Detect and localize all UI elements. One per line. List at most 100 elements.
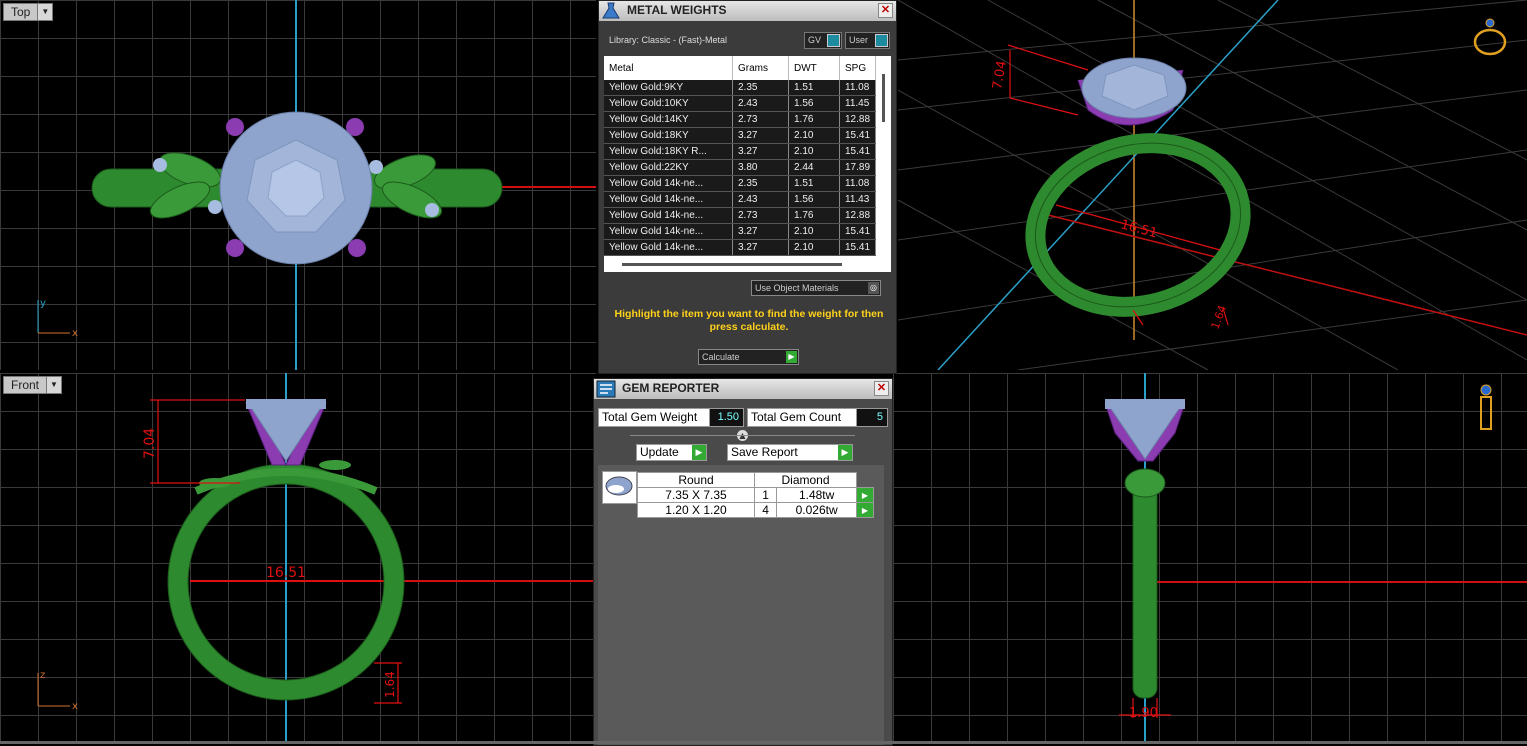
metal-cell: 3.27 [732, 223, 789, 240]
viewport-label-front[interactable]: Front ▼ [3, 376, 63, 394]
gv-toggle[interactable]: GV [804, 32, 842, 49]
viewport-top[interactable]: y x Top ▼ [0, 0, 596, 370]
close-icon[interactable]: ✕ [878, 3, 893, 18]
svg-text:x: x [72, 701, 78, 712]
metal-row[interactable]: Yellow Gold:10KY 2.43 1.56 11.45 [604, 95, 877, 112]
metal-cell: 12.88 [839, 207, 877, 224]
front-view-canvas: 7.04 16.51 1.64 z x [37, 373, 596, 744]
close-icon[interactable]: ✕ [874, 381, 889, 396]
metal-cell: Yellow Gold 14k-ne... [604, 207, 733, 224]
metal-weights-titlebar[interactable]: METAL WEIGHTS ✕ [599, 1, 896, 21]
metal-weights-panel: METAL WEIGHTS ✕ Library: Classic - (Fast… [598, 0, 897, 374]
metal-cell: 2.10 [788, 239, 840, 256]
update-button[interactable]: Update ▶ [636, 444, 707, 461]
top-view-canvas: y x [37, 0, 596, 370]
gem-row-play-icon[interactable]: ▶ [856, 487, 874, 503]
viewport-menu-icon[interactable]: ▼ [37, 4, 53, 20]
user-toggle[interactable]: User [845, 32, 890, 49]
metal-cell: 3.27 [732, 143, 789, 160]
metal-row[interactable]: Yellow Gold 14k-ne... 3.27 2.10 15.41 [604, 239, 877, 256]
metal-cell: 11.08 [839, 175, 877, 192]
metal-cell: 2.44 [788, 159, 840, 176]
metal-cell: 2.35 [732, 175, 789, 192]
metal-cell: 11.45 [839, 95, 877, 112]
viewport-menu-icon[interactable]: ▼ [46, 377, 62, 393]
metal-cell: Yellow Gold:22KY [604, 159, 733, 176]
svg-text:x: x [72, 328, 78, 339]
gem-size: 1.20 X 1.20 [637, 502, 755, 518]
persp-height-dim: 7.04 [990, 60, 1010, 91]
metal-cell: 2.43 [732, 95, 789, 112]
horizontal-scrollbar[interactable] [622, 263, 842, 266]
calculate-button[interactable]: Calculate ▶ [698, 349, 799, 365]
vertical-scrollbar[interactable] [882, 74, 885, 122]
metal-row[interactable]: Yellow Gold:14KY 2.73 1.76 12.88 [604, 111, 877, 128]
metal-cell: 2.43 [732, 191, 789, 208]
gem-table[interactable]: Round Diamond 7.35 X 7.35 1 1.48tw ▶ 1.20 X … [637, 472, 874, 518]
viewport-front[interactable]: 7.04 16.51 1.64 z x Front ▼ [0, 373, 596, 744]
viewport-label-top[interactable]: Top ▼ [3, 3, 54, 21]
metal-cell: 2.10 [788, 127, 840, 144]
metal-cell: Yellow Gold:18KY R... [604, 143, 733, 160]
gem-reporter-titlebar[interactable]: GEM REPORTER ✕ [594, 379, 892, 399]
metal-cell: 1.56 [788, 191, 840, 208]
metal-cell: Yellow Gold:14KY [604, 111, 733, 128]
total-gem-weight-value: 1.50 [709, 408, 744, 427]
metal-row[interactable]: Yellow Gold:22KY 3.80 2.44 17.89 [604, 159, 877, 176]
gem-row[interactable]: 7.35 X 7.35 1 1.48tw ▶ [637, 487, 874, 503]
col-grams[interactable]: Grams [732, 56, 789, 80]
total-gem-count-value: 5 [856, 408, 888, 427]
gem-weight: 1.48tw [776, 487, 857, 503]
metal-cell: 1.56 [788, 95, 840, 112]
col-dwt[interactable]: DWT [788, 56, 840, 80]
metal-cell: 15.41 [839, 143, 877, 160]
metal-cell: 15.41 [839, 223, 877, 240]
save-report-button[interactable]: Save Report ▶ [727, 444, 853, 461]
total-gem-count-label: Total Gem Count [747, 408, 858, 427]
perspective-canvas: 7.04 16.51 1.64 [898, 0, 1527, 370]
gem-shape-header: Round [637, 472, 755, 488]
gem-qty: 4 [753, 502, 778, 518]
metal-row[interactable]: Yellow Gold 14k-ne... 2.43 1.56 11.43 [604, 191, 877, 208]
metal-cell: 12.88 [839, 111, 877, 128]
metal-cell: Yellow Gold 14k-ne... [604, 191, 733, 208]
metal-table[interactable]: Metal Grams DWT SPG Yellow Gold:9KY 2.35 1… [604, 56, 891, 272]
svg-text:z: z [40, 670, 45, 681]
use-object-materials-toggle[interactable]: Use Object Materials ◎ [751, 280, 881, 296]
total-gem-weight-label: Total Gem Weight [598, 408, 711, 427]
gem-size: 7.35 X 7.35 [637, 487, 755, 503]
metal-cell: 15.41 [839, 239, 877, 256]
metal-cell: 11.08 [839, 80, 877, 96]
ring-nav-icon[interactable] [1473, 18, 1507, 56]
svg-text:y: y [40, 298, 46, 309]
metal-cell: 3.27 [732, 127, 789, 144]
metal-row[interactable]: Yellow Gold 14k-ne... 3.27 2.10 15.41 [604, 223, 877, 240]
gem-row[interactable]: 1.20 X 1.20 4 0.026tw ▶ [637, 502, 874, 518]
gem-row-play-icon[interactable]: ▶ [856, 502, 874, 518]
metal-row[interactable]: Yellow Gold:18KY R... 3.27 2.10 15.41 [604, 143, 877, 160]
metal-cell: 2.10 [788, 223, 840, 240]
col-metal[interactable]: Metal [604, 56, 733, 80]
metal-row[interactable]: Yellow Gold 14k-ne... 2.73 1.76 12.88 [604, 207, 877, 224]
metal-cell: 2.73 [732, 111, 789, 128]
front-thickness-dim: 1.64 [383, 671, 397, 698]
metal-row[interactable]: Yellow Gold 14k-ne... 2.35 1.51 11.08 [604, 175, 877, 192]
front-height-dim: 7.04 [142, 428, 158, 459]
metal-cell: 17.89 [839, 159, 877, 176]
metal-cell: 2.10 [788, 143, 840, 160]
library-label: Library: Classic - (Fast)-Metal [609, 35, 728, 45]
col-spg[interactable]: SPG [839, 56, 877, 80]
metal-row[interactable]: Yellow Gold:18KY 3.27 2.10 15.41 [604, 127, 877, 144]
gem-thumbnail-icon [602, 471, 637, 504]
metal-weights-title: METAL WEIGHTS [627, 3, 727, 17]
metal-cell: 3.80 [732, 159, 789, 176]
metal-cell: 11.43 [839, 191, 877, 208]
band-side [1132, 482, 1158, 699]
calculate-hint: Highlight the item you want to find the … [614, 308, 884, 333]
metal-row[interactable]: Yellow Gold:9KY 2.35 1.51 11.08 [604, 80, 877, 96]
gem-qty: 1 [753, 487, 778, 503]
viewport-right[interactable]: 1.90 [893, 373, 1527, 741]
nav-cone-icon[interactable] [1480, 384, 1492, 430]
metal-cell: Yellow Gold 14k-ne... [604, 239, 733, 256]
viewport-perspective[interactable]: 7.04 16.51 1.64 [898, 0, 1527, 370]
